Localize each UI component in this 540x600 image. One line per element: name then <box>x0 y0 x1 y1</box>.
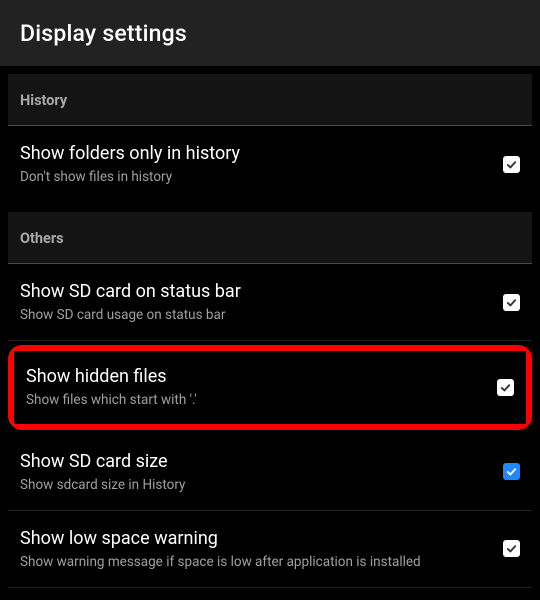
setting-text: Show low space warning Show warning mess… <box>20 528 493 570</box>
check-icon <box>499 381 512 394</box>
setting-row-hidden-files[interactable]: Show hidden files Show files which start… <box>14 351 526 423</box>
setting-row-sd-status-bar[interactable]: Show SD card on status bar Show SD card … <box>8 264 532 341</box>
checkbox-low-space[interactable] <box>503 540 520 557</box>
check-icon <box>505 465 518 478</box>
setting-text: Show SD card on status bar Show SD card … <box>20 281 493 323</box>
setting-row-usb-plugin[interactable]: USB plug-in message Show message when US… <box>8 588 532 600</box>
check-icon <box>505 158 518 171</box>
setting-row-sd-size[interactable]: Show SD card size Show sdcard size in Hi… <box>8 434 532 511</box>
app-header: Display settings <box>0 0 540 66</box>
setting-title: Show low space warning <box>20 528 493 549</box>
section-header-others: Others <box>8 212 532 264</box>
page-title: Display settings <box>20 20 187 47</box>
setting-title: Show folders only in history <box>20 143 493 164</box>
setting-title: Show hidden files <box>26 366 487 387</box>
setting-text: Show SD card size Show sdcard size in Hi… <box>20 451 493 493</box>
setting-desc: Show sdcard size in History <box>20 477 493 493</box>
setting-desc: Show files which start with '.' <box>26 392 487 408</box>
setting-row-folders-only[interactable]: Show folders only in history Don't show … <box>8 126 532 202</box>
setting-desc: Show SD card usage on status bar <box>20 307 493 323</box>
setting-desc: Don't show files in history <box>20 169 493 185</box>
checkbox-folders-only[interactable] <box>503 156 520 173</box>
checkbox-sd-size[interactable] <box>503 463 520 480</box>
section-header-history: History <box>8 74 532 126</box>
setting-text: Show hidden files Show files which start… <box>26 366 487 408</box>
checkbox-hidden-files[interactable] <box>497 379 514 396</box>
settings-content: History Show folders only in history Don… <box>0 66 540 600</box>
setting-row-low-space[interactable]: Show low space warning Show warning mess… <box>8 511 532 588</box>
check-icon <box>505 296 518 309</box>
setting-text: Show folders only in history Don't show … <box>20 143 493 185</box>
setting-title: Show SD card on status bar <box>20 281 493 302</box>
highlight-box: Show hidden files Show files which start… <box>8 345 532 429</box>
check-icon <box>505 542 518 555</box>
setting-title: Show SD card size <box>20 451 493 472</box>
checkbox-sd-status-bar[interactable] <box>503 294 520 311</box>
setting-desc: Show warning message if space is low aft… <box>20 554 493 570</box>
